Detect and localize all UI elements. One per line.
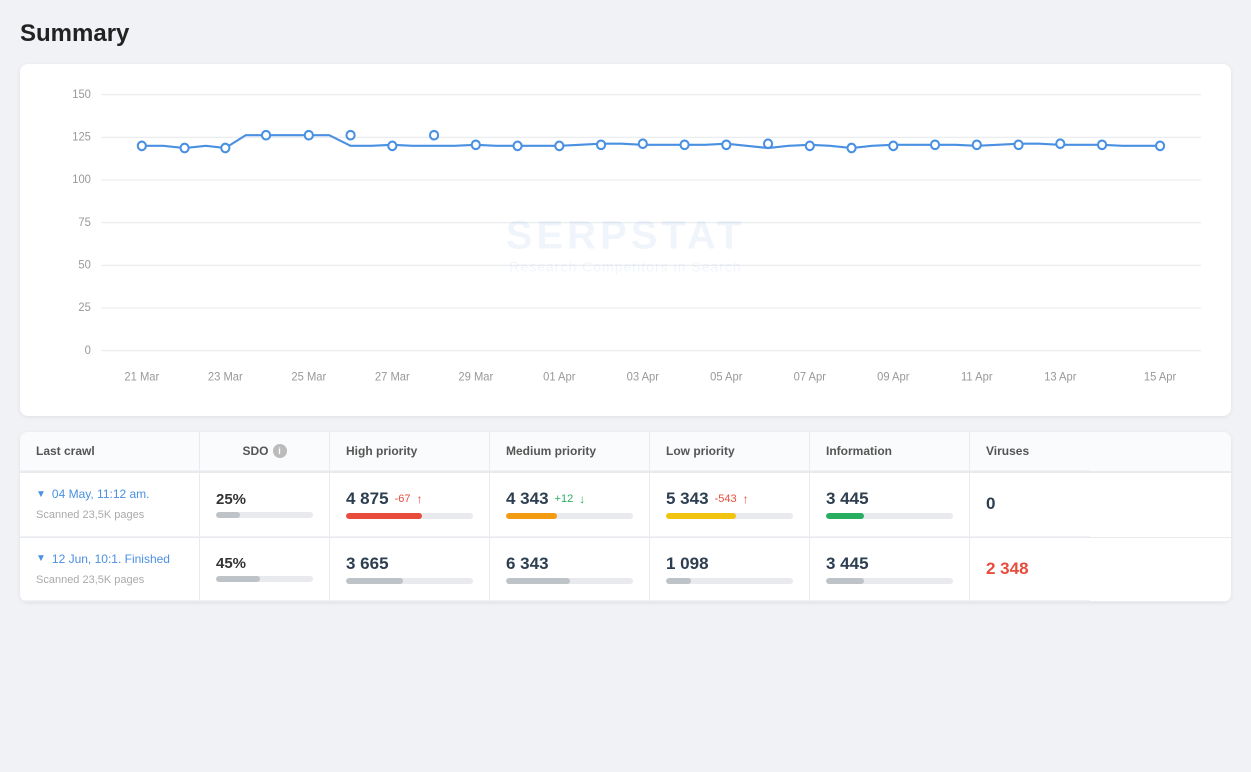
svg-text:75: 75 [78, 217, 90, 229]
svg-text:09 Apr: 09 Apr [877, 371, 910, 383]
info-fill-1 [826, 513, 864, 519]
data-table: Last crawl SDO i High priority Medium pr… [20, 432, 1231, 602]
line-chart: 0 25 50 75 100 125 150 21 Mar 23 Mar 25 … [40, 84, 1211, 404]
sdo-cell-1: 25% [200, 473, 330, 537]
low-progress-1 [666, 513, 793, 519]
low-delta-1: -543 [715, 493, 737, 505]
last-crawl-date-1[interactable]: 04 May, 11:12 am. [52, 485, 150, 503]
medium-value-1: 4 343 [506, 489, 549, 509]
svg-text:03 Apr: 03 Apr [627, 371, 660, 383]
low-fill-1 [666, 513, 736, 519]
row2-dropdown-arrow[interactable]: ▼ [36, 553, 46, 564]
last-crawl-cell-1: ▼ 04 May, 11:12 am. Scanned 23,5K pages [20, 473, 200, 537]
last-crawl-date-2[interactable]: 12 Jun, 10:1. Finished [52, 550, 170, 568]
last-crawl-pages-1: Scanned 23,5K pages [36, 507, 183, 524]
svg-text:25 Mar: 25 Mar [291, 371, 326, 383]
high-progress-1 [346, 513, 473, 519]
high-arrow-1: ↑ [416, 492, 422, 506]
sdo-value-1: 25% [216, 491, 313, 508]
medium-arrow-1: ↓ [579, 492, 585, 506]
svg-text:05 Apr: 05 Apr [710, 371, 743, 383]
table-row: ▼ 12 Jun, 10:1. Finished Scanned 23,5K p… [20, 538, 1231, 603]
chart-area: SERPSTAT Research Competitors in Search … [40, 84, 1211, 404]
svg-text:13 Apr: 13 Apr [1044, 371, 1077, 383]
low-value-2: 1 098 [666, 554, 793, 574]
high-value-2: 3 665 [346, 554, 473, 574]
info-progress-2 [826, 578, 953, 584]
header-medium-priority: Medium priority [490, 432, 650, 471]
last-crawl-cell-2: ▼ 12 Jun, 10:1. Finished Scanned 23,5K p… [20, 538, 200, 602]
page-title: Summary [20, 20, 1231, 48]
svg-text:07 Apr: 07 Apr [794, 371, 827, 383]
row1-dropdown-arrow[interactable]: ▼ [36, 489, 46, 500]
svg-text:01 Apr: 01 Apr [543, 371, 576, 383]
svg-text:150: 150 [72, 89, 91, 101]
header-information: Information [810, 432, 970, 471]
last-crawl-pages-2: Scanned 23,5K pages [36, 572, 183, 589]
svg-text:25: 25 [78, 302, 90, 314]
low-priority-cell-2: 1 098 [650, 538, 810, 602]
low-value-1: 5 343 [666, 489, 709, 509]
medium-fill-2 [506, 578, 570, 584]
high-priority-cell-2: 3 665 [330, 538, 490, 602]
info-cell-1: 3 445 [810, 473, 970, 537]
high-fill-2 [346, 578, 403, 584]
svg-text:125: 125 [72, 131, 91, 143]
header-low-priority: Low priority [650, 432, 810, 471]
table-row: ▼ 04 May, 11:12 am. Scanned 23,5K pages … [20, 473, 1231, 538]
high-value-1: 4 875 [346, 489, 389, 509]
medium-priority-cell-2: 6 343 [490, 538, 650, 602]
svg-text:50: 50 [78, 259, 90, 271]
info-cell-2: 3 445 [810, 538, 970, 602]
svg-text:21 Mar: 21 Mar [124, 371, 159, 383]
sdo-cell-2: 45% [200, 538, 330, 602]
viruses-cell-1: 0 [970, 473, 1090, 537]
svg-text:29 Mar: 29 Mar [458, 371, 493, 383]
svg-text:23 Mar: 23 Mar [208, 371, 243, 383]
sdo-progress-1 [216, 512, 313, 518]
sdo-fill-1 [216, 512, 240, 518]
chart-container: SERPSTAT Research Competitors in Search … [20, 64, 1231, 416]
svg-text:27 Mar: 27 Mar [375, 371, 410, 383]
info-fill-2 [826, 578, 864, 584]
low-fill-2 [666, 578, 691, 584]
medium-delta-1: +12 [555, 493, 574, 505]
header-viruses: Viruses [970, 432, 1090, 471]
medium-progress-2 [506, 578, 633, 584]
high-progress-2 [346, 578, 473, 584]
viruses-value-2: 2 348 [986, 559, 1074, 579]
info-value-2: 3 445 [826, 554, 953, 574]
low-progress-2 [666, 578, 793, 584]
header-high-priority: High priority [330, 432, 490, 471]
low-arrow-1: ↑ [743, 492, 749, 506]
high-delta-1: -67 [395, 493, 411, 505]
svg-text:15 Apr: 15 Apr [1144, 371, 1177, 383]
header-last-crawl: Last crawl [20, 432, 200, 471]
viruses-cell-2: 2 348 [970, 538, 1090, 602]
medium-value-2: 6 343 [506, 554, 633, 574]
medium-priority-cell-1: 4 343 +12 ↓ [490, 473, 650, 537]
sdo-info-icon[interactable]: i [273, 444, 287, 458]
sdo-value-2: 45% [216, 555, 313, 572]
header-sdo: SDO i [200, 432, 330, 471]
sdo-fill-2 [216, 576, 260, 582]
info-value-1: 3 445 [826, 489, 953, 509]
medium-progress-1 [506, 513, 633, 519]
svg-text:11 Apr: 11 Apr [961, 371, 993, 383]
svg-text:100: 100 [72, 174, 91, 186]
viruses-value-1: 0 [986, 494, 1074, 514]
sdo-progress-2 [216, 576, 313, 582]
table-header: Last crawl SDO i High priority Medium pr… [20, 432, 1231, 473]
medium-fill-1 [506, 513, 557, 519]
svg-text:0: 0 [85, 345, 91, 357]
high-priority-cell-1: 4 875 -67 ↑ [330, 473, 490, 537]
low-priority-cell-1: 5 343 -543 ↑ [650, 473, 810, 537]
high-fill-1 [346, 513, 422, 519]
info-progress-1 [826, 513, 953, 519]
